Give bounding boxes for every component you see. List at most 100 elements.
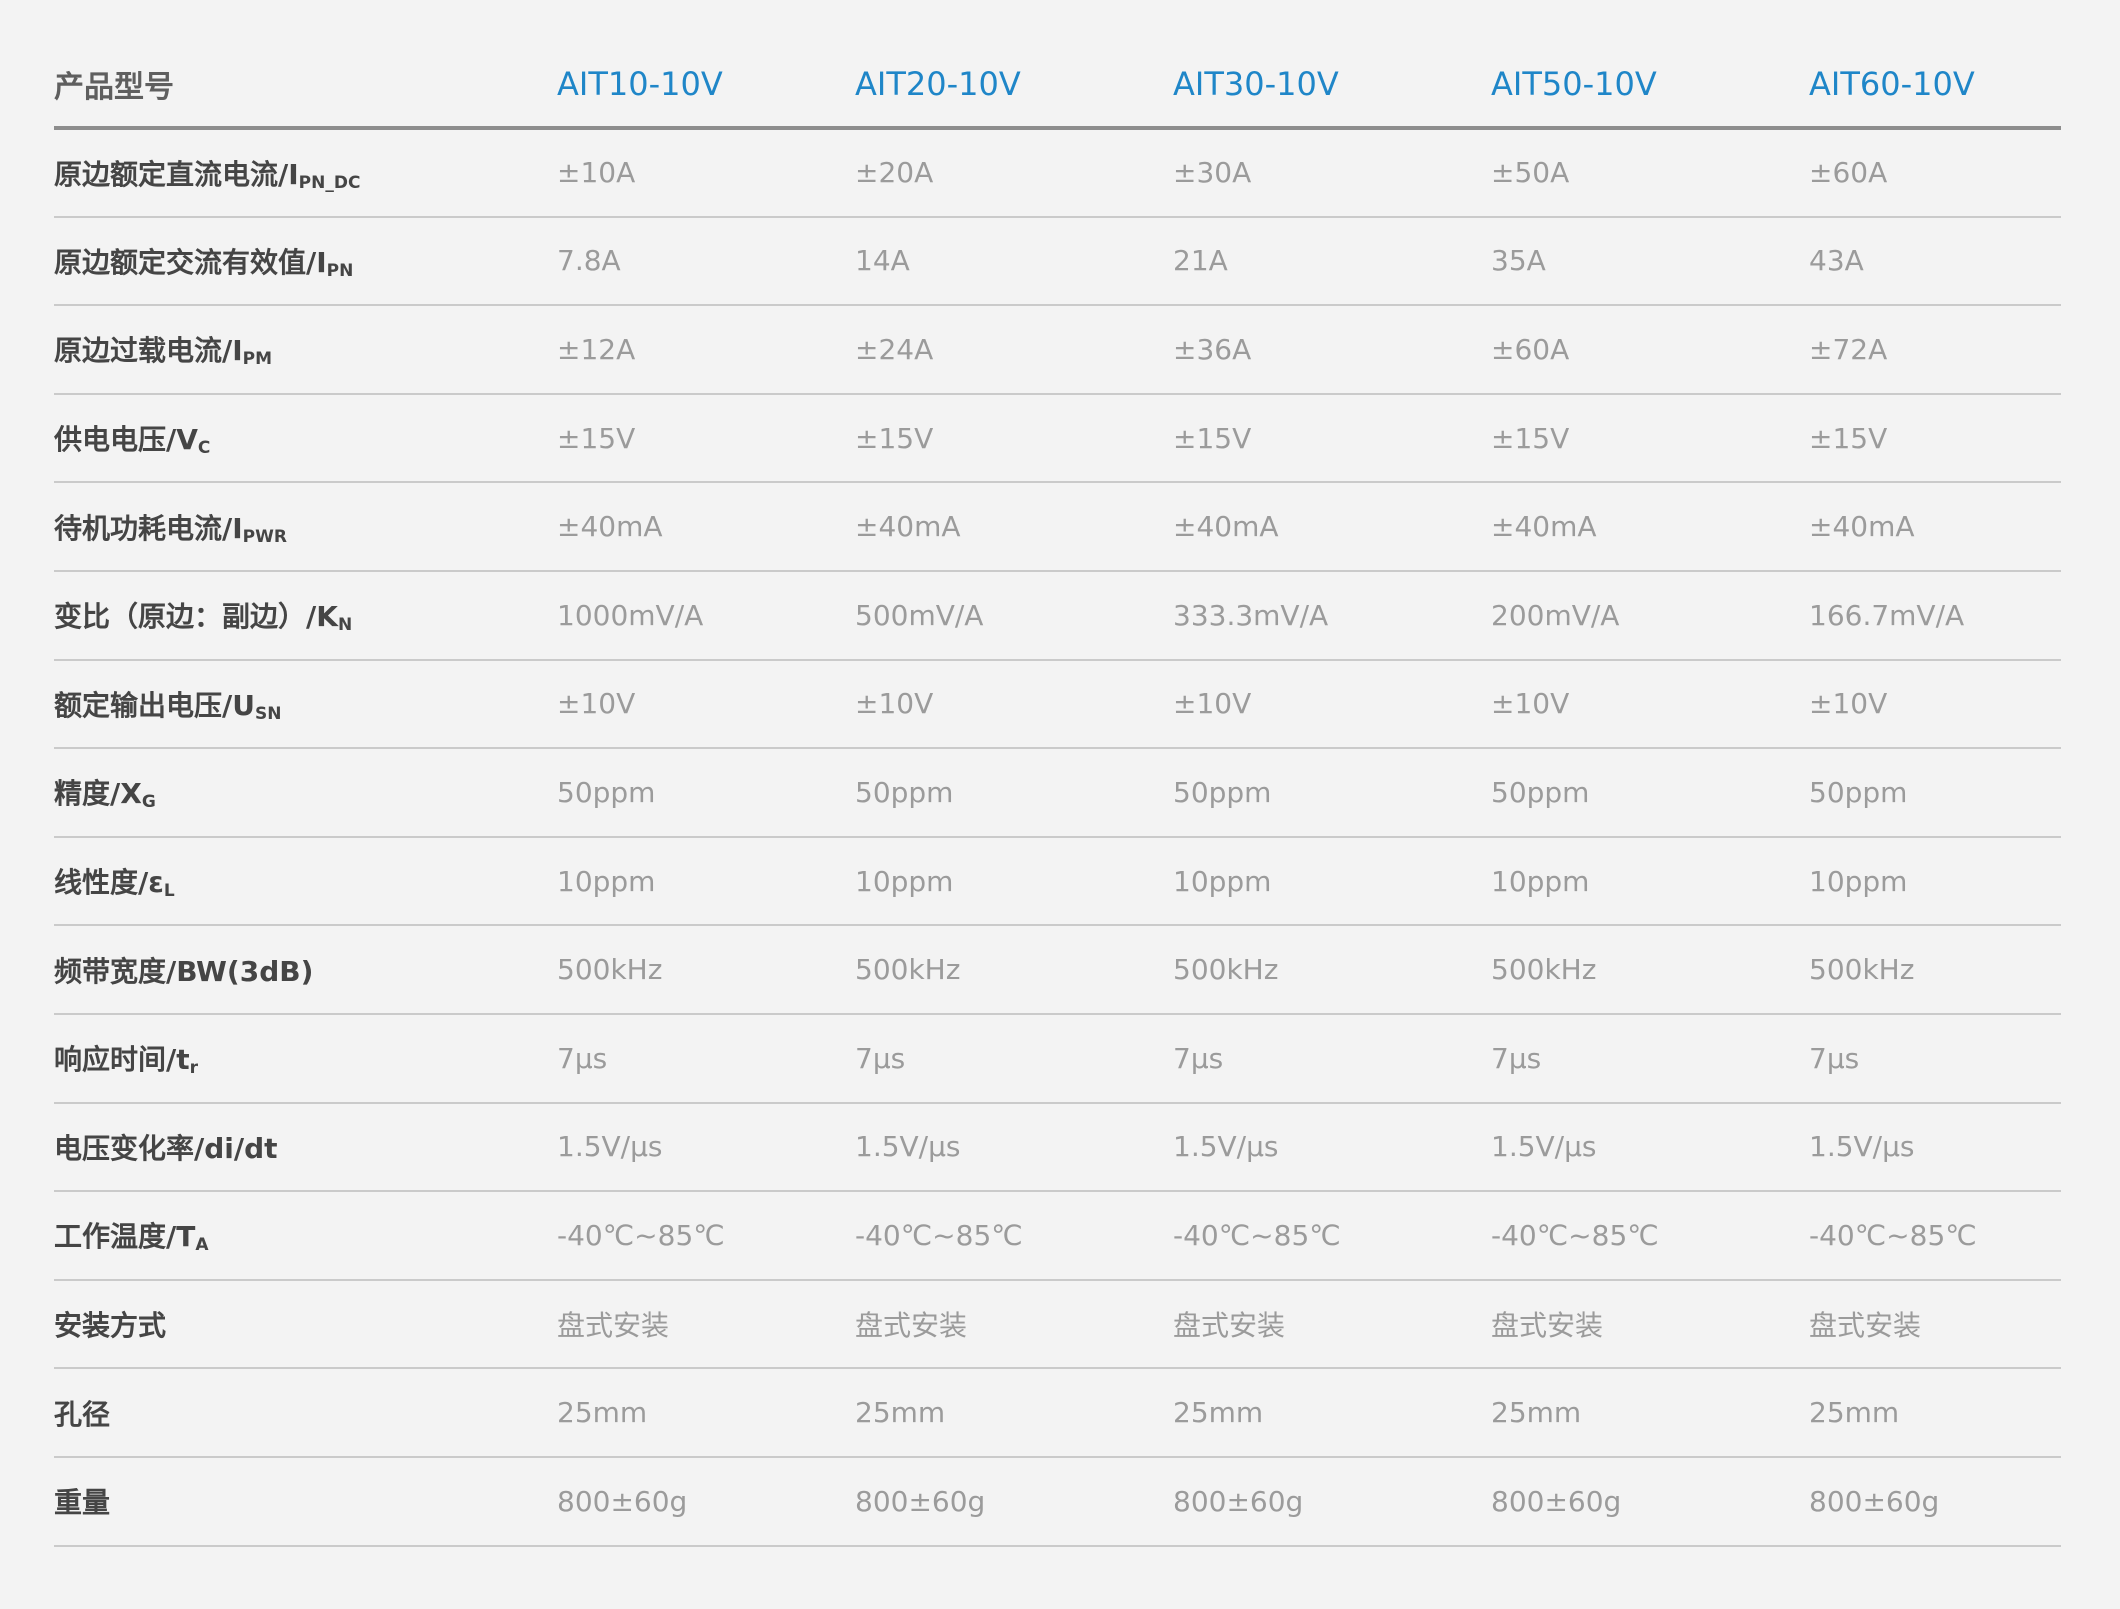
row-label-cell: 原边额定直流电流/IPN_DC [54,128,557,218]
row-label: 工作温度/T [54,1220,196,1254]
value-cell: ±60A [1809,128,2061,218]
value-cell: 10ppm [1491,836,1809,927]
value-cell: 1.5V/μs [1173,1102,1491,1193]
value-cell: 7.8A [557,216,855,307]
value-cell: 800±60g [1809,1456,2061,1547]
value-cell: ±15V [1173,393,1491,484]
table-row: 变比（原边：副边）/KN 1000mV/A 500mV/A 333.3mV/A … [54,570,2061,661]
table-row: 重量 800±60g 800±60g 800±60g 800±60g 800±6… [54,1456,2061,1547]
model-header: AIT50-10V [1491,42,1809,130]
value-cell: 50ppm [557,748,855,838]
row-label-cell: 安装方式 [54,1279,557,1370]
value-cell: 1.5V/μs [1809,1102,2061,1193]
model-header: AIT60-10V [1809,42,2061,130]
value-cell: 7μs [1809,1013,2061,1104]
value-cell: ±10V [1809,659,2061,750]
spec-table: 产品型号 AIT10-10V AIT20-10V AIT30-10V AIT50… [54,42,2061,1547]
row-label: 供电电压/V [54,423,198,457]
table-row: 频带宽度/BW(3dB) 500kHz 500kHz 500kHz 500kHz… [54,925,2061,1015]
row-label-cell: 原边额定交流有效值/IPN [54,216,557,307]
row-label-cell: 工作温度/TA [54,1191,557,1281]
value-cell: ±15V [855,393,1173,484]
value-cell: ±40mA [1491,482,1809,572]
value-cell: ±30A [1173,128,1491,218]
value-cell: 25mm [1173,1368,1491,1458]
value-cell: 10ppm [855,836,1173,927]
row-label-subscript: G [141,792,156,813]
value-cell: 1.5V/μs [557,1102,855,1193]
row-label-cell: 重量 [54,1456,557,1547]
value-cell: 7μs [1491,1013,1809,1104]
value-cell: 盘式安装 [557,1279,855,1370]
value-cell: ±10V [1491,659,1809,750]
row-label-cell: 额定输出电压/USN [54,659,557,750]
row-label-cell: 待机功耗电流/IPWR [54,482,557,572]
row-label-subscript: SN [254,703,282,724]
table-row: 电压变化率/di/dt 1.5V/μs 1.5V/μs 1.5V/μs 1.5V… [54,1102,2061,1193]
value-cell: ±10V [557,659,855,750]
value-cell: ±15V [1491,393,1809,484]
row-label-cell: 原边过载电流/IPM [54,305,557,395]
value-cell: 35A [1491,216,1809,307]
table-row: 线性度/εL 10ppm 10ppm 10ppm 10ppm 10ppm [54,836,2061,927]
row-label: 响应时间/t [54,1043,190,1077]
value-cell: 50ppm [1491,748,1809,838]
value-cell: 500mV/A [855,570,1173,661]
row-label-subscript: L [163,881,175,902]
value-cell: ±40mA [1809,482,2061,572]
value-cell: 50ppm [1809,748,2061,838]
value-cell: 200mV/A [1491,570,1809,661]
header-label: 产品型号 [54,42,557,130]
value-cell: 10ppm [557,836,855,927]
table-row: 工作温度/TA -40℃~85℃ -40℃~85℃ -40℃~85℃ -40℃~… [54,1191,2061,1281]
row-label-subscript: PN [326,260,354,281]
value-cell: 盘式安装 [1173,1279,1491,1370]
row-label-cell: 频带宽度/BW(3dB) [54,925,557,1015]
value-cell: 盘式安装 [1809,1279,2061,1370]
value-cell: ±60A [1491,305,1809,395]
value-cell: 500kHz [1809,925,2061,1015]
value-cell: 800±60g [557,1456,855,1547]
row-label: 频带宽度/BW(3dB) [54,954,314,988]
value-cell: 43A [1809,216,2061,307]
value-cell: 25mm [557,1368,855,1458]
row-label: 孔径 [54,1397,111,1431]
header-row: 产品型号 AIT10-10V AIT20-10V AIT30-10V AIT50… [54,42,2061,130]
row-label: 待机功耗电流/I [54,511,243,545]
value-cell: ±15V [557,393,855,484]
value-cell: ±10V [855,659,1173,750]
value-cell: 1000mV/A [557,570,855,661]
value-cell: 50ppm [855,748,1173,838]
model-header: AIT10-10V [557,42,855,130]
table-row: 原边额定交流有效值/IPN 7.8A 14A 21A 35A 43A [54,216,2061,307]
value-cell: 7μs [855,1013,1173,1104]
row-label: 原边额定直流电流/I [54,157,299,191]
value-cell: ±12A [557,305,855,395]
value-cell: 166.7mV/A [1809,570,2061,661]
table-header: 产品型号 AIT10-10V AIT20-10V AIT30-10V AIT50… [54,42,2061,130]
row-label-cell: 供电电压/VC [54,393,557,484]
value-cell: 7μs [557,1013,855,1104]
value-cell: 800±60g [1491,1456,1809,1547]
row-label: 原边过载电流/I [54,334,243,368]
table-row: 安装方式 盘式安装 盘式安装 盘式安装 盘式安装 盘式安装 [54,1279,2061,1370]
table-row: 精度/XG 50ppm 50ppm 50ppm 50ppm 50ppm [54,748,2061,838]
value-cell: ±40mA [1173,482,1491,572]
value-cell: 14A [855,216,1173,307]
value-cell: 500kHz [557,925,855,1015]
row-label: 精度/X [54,777,142,811]
row-label-subscript: PM [242,349,273,370]
row-label-cell: 孔径 [54,1368,557,1458]
value-cell: 500kHz [1173,925,1491,1015]
value-cell: -40℃~85℃ [855,1191,1173,1281]
value-cell: ±40mA [557,482,855,572]
value-cell: 25mm [1809,1368,2061,1458]
value-cell: 21A [1173,216,1491,307]
table-row: 供电电压/VC ±15V ±15V ±15V ±15V ±15V [54,393,2061,484]
value-cell: ±50A [1491,128,1809,218]
model-header: AIT20-10V [855,42,1173,130]
row-label: 安装方式 [54,1309,167,1343]
row-label-cell: 电压变化率/di/dt [54,1102,557,1193]
table-row: 孔径 25mm 25mm 25mm 25mm 25mm [54,1368,2061,1458]
row-label: 变比（原边：副边）/K [54,600,338,634]
